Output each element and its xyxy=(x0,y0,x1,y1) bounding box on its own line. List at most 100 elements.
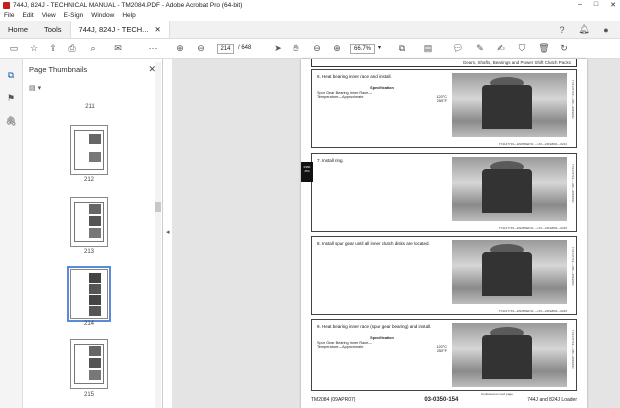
step-9-vertical-code: TX1147719 —UN—20FEB11 xyxy=(571,330,575,369)
step-6-photo xyxy=(452,73,567,137)
menu-help[interactable]: Help xyxy=(122,12,135,19)
step-6-text: 6. Heat bearing inner race and install. xyxy=(317,74,392,79)
highlight-pen-icon[interactable]: ✎ xyxy=(474,43,486,55)
zoom-dropdown-chevron-icon[interactable]: ▾ xyxy=(378,44,381,51)
star-icon[interactable]: ☆ xyxy=(28,43,40,55)
more-tools-icon[interactable]: ⋯ xyxy=(147,43,159,55)
next-page-icon[interactable]: ⊖ xyxy=(195,43,207,55)
step-7-vertical-code: TX1147719 —UN—20FEB11 xyxy=(571,164,575,203)
tab-home[interactable]: Home xyxy=(0,21,36,38)
step-7-figure-code: TX1147719—EN08SEP11 —UN—24FEB04—0245 xyxy=(498,226,567,230)
thumbnail-label-211: 211 xyxy=(85,104,95,110)
mail-icon[interactable]: ✉ xyxy=(112,43,124,55)
step-9-specification: Specification Spur Gear Bearing Inner Ra… xyxy=(317,336,447,353)
menu-edit[interactable]: Edit xyxy=(22,12,33,19)
section-side-tab: 0350 254 xyxy=(301,162,313,182)
options-menu-icon: ▤ xyxy=(29,85,36,92)
footer-page-number: 03-0350-154 xyxy=(424,397,459,403)
thumbnail-label-213: 213 xyxy=(83,249,94,255)
bookmark-icon[interactable]: ⚑ xyxy=(5,92,17,104)
window-title: 744J, 824J - TECHNICAL MANUAL - TM2084.P… xyxy=(13,1,243,9)
zoom-level-select[interactable]: 66.7% xyxy=(350,44,376,54)
zoom-out-icon[interactable]: ⊖ xyxy=(311,43,323,55)
thumbnail-page-212[interactable] xyxy=(70,125,108,175)
thumbnail-page-213[interactable] xyxy=(70,197,108,247)
window-controls: – □ ✕ xyxy=(578,1,616,9)
step-9-text: 9. Heat bearing inner race (spur gear be… xyxy=(317,324,432,329)
document-viewer[interactable]: Gears, Shafts, Bearings and Power Shift … xyxy=(172,59,620,408)
page-number-input[interactable]: 214 xyxy=(217,44,234,54)
thumbnail-scrollbar[interactable] xyxy=(155,62,161,408)
menu-file[interactable]: File xyxy=(4,12,14,19)
save-icon[interactable]: ▭ xyxy=(8,43,20,55)
acrobat-logo-icon xyxy=(3,1,10,9)
collapse-panel-icon[interactable]: ◂ xyxy=(166,228,170,236)
thumbnail-label-215: 215 xyxy=(83,392,94,398)
upload-icon[interactable]: ⇪ xyxy=(47,43,59,55)
step-8-vertical-code: TX1147719 —UN—20FEB11 xyxy=(571,247,575,286)
tab-bar: Home Tools 744J, 824J - TECH... ✕ ? 🔔︎ ● xyxy=(0,21,620,39)
menu-bar: File Edit View E-Sign Window Help xyxy=(0,10,620,21)
step-7-box: 7. Install ring. TX1147719—EN08SEP11 —UN… xyxy=(311,153,577,232)
menu-view[interactable]: View xyxy=(42,12,56,19)
thumbnail-page-215[interactable] xyxy=(70,339,108,389)
help-icon[interactable]: ? xyxy=(556,24,568,36)
tab-document-label: 744J, 824J - TECH... xyxy=(78,25,149,34)
step-6-vertical-code: TX1147719 —UN—20FEB11 xyxy=(571,80,575,119)
step-8-text: 8. Install spur gear until all inner clu… xyxy=(317,241,430,246)
continued-note: Continued on next page xyxy=(481,392,513,396)
account-icon[interactable]: ● xyxy=(600,24,612,36)
search-icon[interactable]: ⌕ xyxy=(87,43,99,55)
tab-bar-right: ? 🔔︎ ● xyxy=(556,21,620,38)
step-9-box: 9. Heat bearing inner race (spur gear be… xyxy=(311,319,577,391)
step-8-photo xyxy=(452,240,567,304)
step-7-text: 7. Install ring. xyxy=(317,158,344,163)
tab-document[interactable]: 744J, 824J - TECH... ✕ xyxy=(69,21,170,38)
footer-manual-id: TM2084 (09APR07) xyxy=(311,397,356,403)
thumbnail-page-214-selected[interactable] xyxy=(67,266,111,322)
print-icon[interactable]: ⎙ xyxy=(66,43,78,55)
menu-window[interactable]: Window xyxy=(91,12,114,19)
minimize-icon[interactable]: – xyxy=(578,1,582,9)
close-tab-icon[interactable]: ✕ xyxy=(154,25,160,34)
zoom-in-icon[interactable]: ⊕ xyxy=(331,43,343,55)
delete-icon[interactable]: 🗑︎ xyxy=(538,43,550,55)
toolbar: ▭ ☆ ⇪ ⎙ ⌕ ✉ ⋯ ⊕ ⊖ 214 / 648 ➤ ✋︎ ⊖ ⊕ 66.… xyxy=(0,39,620,59)
step-8-figure-code: TX1147719—EN08SEP11 —UN—24FEB04—0246 xyxy=(498,309,567,313)
maximize-icon[interactable]: □ xyxy=(594,1,598,9)
page-header: Gears, Shafts, Bearings and Power Shift … xyxy=(311,59,577,67)
step-9-photo xyxy=(452,323,567,387)
page-fit-icon[interactable]: ⧉ xyxy=(396,43,408,55)
step-7-photo xyxy=(452,157,567,221)
chevron-down-icon: ▾ xyxy=(37,85,42,92)
attachment-icon[interactable]: 🖇︎ xyxy=(5,115,17,127)
step-6-box: 6. Heat bearing inner race and install. … xyxy=(311,69,577,148)
prev-page-icon[interactable]: ⊕ xyxy=(174,43,186,55)
scrollbar-thumb[interactable] xyxy=(155,202,161,212)
rotate-icon[interactable]: ↻ xyxy=(558,43,570,55)
step-6-figure-code: TX1147719—EN08SEP11 —UN—24FEB04—0244 xyxy=(498,142,567,146)
document-page: Gears, Shafts, Bearings and Power Shift … xyxy=(301,59,587,408)
title-bar: 744J, 824J - TECHNICAL MANUAL - TM2084.P… xyxy=(0,0,620,10)
close-window-icon[interactable]: ✕ xyxy=(610,1,616,9)
tab-tools[interactable]: Tools xyxy=(36,21,70,38)
draw-icon[interactable]: ✍︎ xyxy=(495,43,507,55)
footer-model: 744J and 824J Loader xyxy=(527,397,577,403)
page-total: / 648 xyxy=(238,45,252,51)
page-thumbnails-panel: Page Thumbnails ✕ ▤ ▾ 211 212 213 214 21… xyxy=(23,59,163,408)
menu-esign[interactable]: E-Sign xyxy=(64,12,84,19)
scroll-mode-icon[interactable]: ▤ xyxy=(422,43,434,55)
select-arrow-icon[interactable]: ➤ xyxy=(272,43,284,55)
left-navigation-rail: ⧉ ⚑ 🖇︎ xyxy=(0,59,23,408)
comment-icon[interactable]: 💬︎ xyxy=(452,43,464,55)
stamp-icon[interactable]: ⛉ xyxy=(516,43,528,55)
thumbnail-options-button[interactable]: ▤ ▾ xyxy=(29,84,41,92)
thumbnail-label-214: 214 xyxy=(83,321,94,327)
page-thumbnails-icon[interactable]: ⧉ xyxy=(5,69,17,81)
hand-tool-icon[interactable]: ✋︎ xyxy=(290,43,302,55)
step-6-specification: Specification Spur Gear Bearing Inner Ra… xyxy=(317,86,447,103)
panel-title: Page Thumbnails xyxy=(29,64,88,74)
bell-icon[interactable]: 🔔︎ xyxy=(578,24,590,36)
thumbnail-label-212: 212 xyxy=(83,177,94,183)
page-footer: TM2084 (09APR07) 03-0350-154 744J and 82… xyxy=(311,397,577,403)
